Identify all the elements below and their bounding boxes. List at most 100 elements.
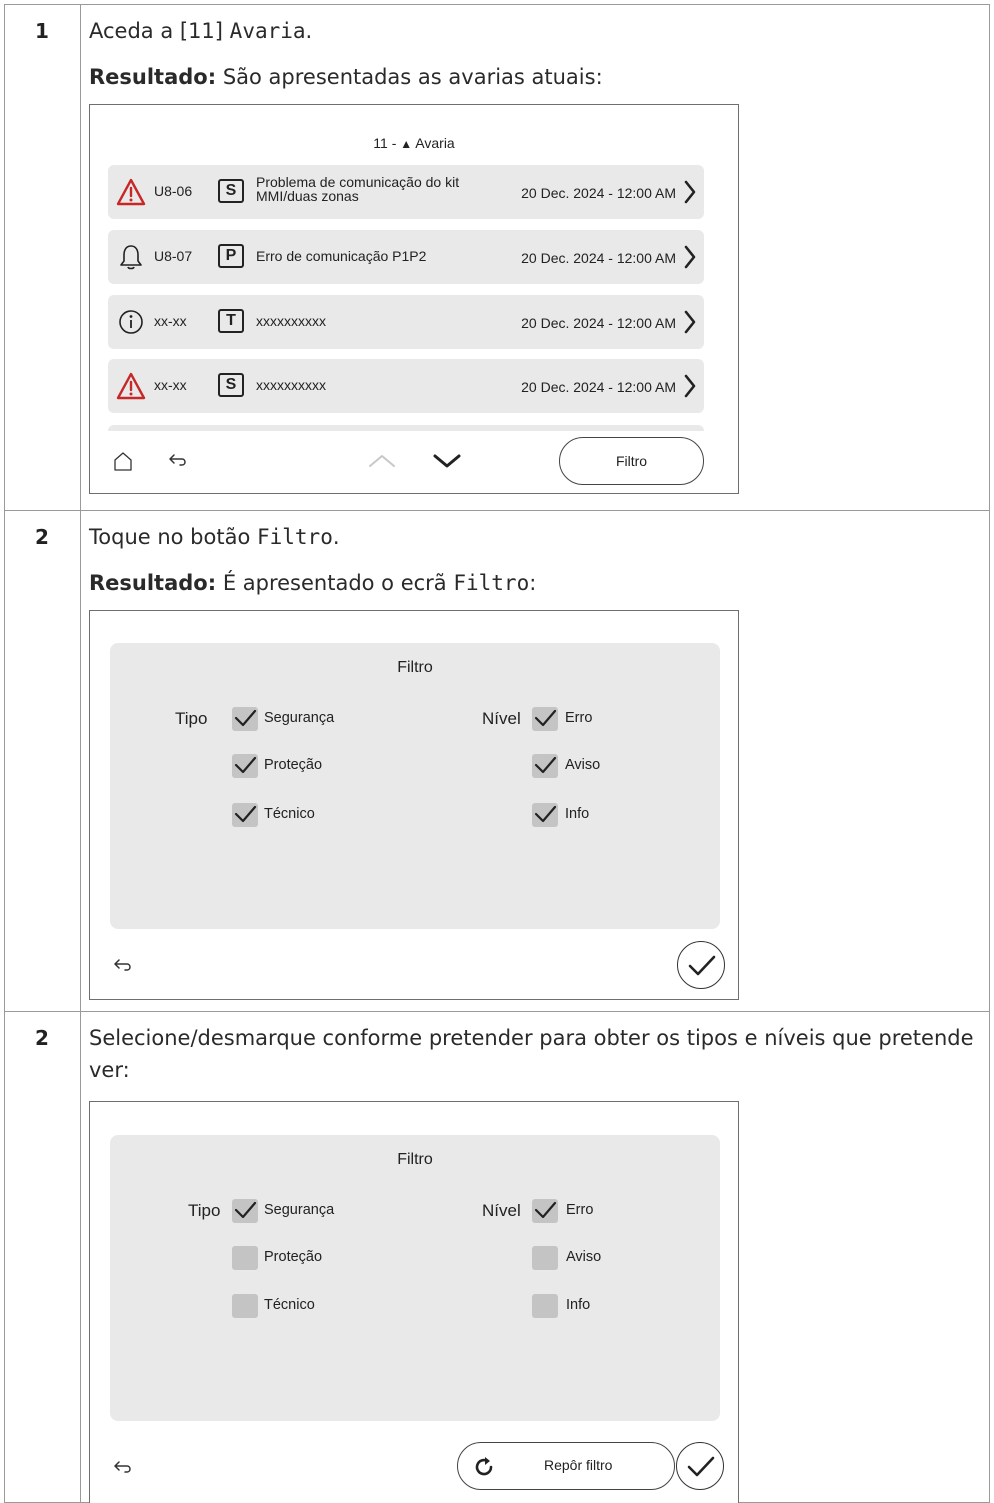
checkbox-protecao[interactable] — [232, 754, 258, 778]
checkbox-tecnico[interactable] — [232, 803, 258, 827]
checkbox-seguranca[interactable] — [232, 707, 258, 731]
filter-panel: Filtro Tipo Nível Segurança Proteção Téc… — [110, 643, 720, 929]
fault-row[interactable]: xx-xx S xxxxxxxxxx 20 Dec. 2024 - 12:00 … — [108, 359, 704, 413]
step-number-column: 2 — [5, 511, 81, 1011]
warning-icon: ▲ — [400, 137, 413, 151]
fault-row[interactable]: xx-xx T xxxxxxxxxx 20 Dec. 2024 - 12:00 … — [108, 295, 704, 349]
fault-row[interactable]: U8-07 P Erro de comunicação P1P2 20 Dec.… — [108, 230, 704, 284]
info-icon — [119, 310, 143, 334]
step-number: 2 — [35, 1026, 49, 1050]
fault-code: xx-xx — [154, 377, 187, 393]
instruction-punct: . — [332, 525, 340, 549]
result-punct: : — [529, 571, 537, 595]
checkbox-label: Técnico — [264, 806, 315, 822]
bell-icon — [120, 245, 142, 270]
chevron-right-icon — [684, 180, 696, 204]
scroll-up-icon[interactable] — [367, 451, 397, 471]
reset-filter-label: Repôr filtro — [544, 1457, 613, 1473]
step-content: Toque no botão Filtro. Resultado: É apre… — [89, 521, 981, 599]
steps-table: 1 Aceda a [11] Avaria. Resultado: São ap… — [4, 4, 990, 1503]
step-instruction: Toque no botão Filtro. — [89, 521, 981, 553]
screen-title: 11 - ▲ Avaria — [90, 135, 738, 151]
filter-screen-modified: Filtro Tipo Nível Segurança Proteção Téc… — [89, 1101, 739, 1503]
panel-title: Filtro — [397, 1151, 433, 1168]
nivel-label: Nível — [482, 1201, 521, 1220]
checkbox-label: Segurança — [264, 1202, 335, 1218]
fault-type-tag: S — [218, 373, 244, 397]
fault-date: 20 Dec. 2024 - 12:00 AM — [521, 185, 676, 201]
tipo-label: Tipo — [175, 709, 208, 728]
checkbox-label: Aviso — [566, 1249, 602, 1265]
checkbox-label: Técnico — [264, 1297, 315, 1313]
back-icon[interactable] — [167, 450, 189, 472]
checkbox-info[interactable] — [532, 803, 558, 827]
fault-code: xx-xx — [154, 313, 187, 329]
step-2: 2 Toque no botão Filtro. Resultado: É ap… — [5, 511, 989, 1012]
list-overflow-edge — [108, 425, 704, 431]
checkbox-label: Erro — [566, 1202, 594, 1218]
fault-row[interactable]: U8-06 S Problema de comunicação do kit M… — [108, 165, 704, 219]
instruction-text: Toque no botão — [89, 525, 257, 549]
fault-date: 20 Dec. 2024 - 12:00 AM — [521, 315, 676, 331]
fault-description: xxxxxxxxxx — [256, 313, 326, 329]
fault-date: 20 Dec. 2024 - 12:00 AM — [521, 379, 676, 395]
filter-button[interactable]: Filtro — [559, 437, 704, 485]
scroll-down-icon[interactable] — [432, 451, 462, 471]
step-3: 2 Selecione/desmarque conforme pretender… — [5, 1012, 989, 1503]
warning-triangle-icon — [116, 178, 146, 206]
fault-type-tag: P — [218, 244, 244, 268]
checkbox-label: Aviso — [565, 757, 601, 773]
nivel-label: Nível — [482, 709, 521, 728]
checkmark-icon — [688, 955, 716, 976]
panel-title: Filtro — [397, 659, 433, 676]
button-name: Filtro — [256, 525, 333, 549]
reset-filter-button[interactable]: Repôr filtro — [457, 1442, 675, 1490]
instruction-text: Aceda a [11] — [89, 19, 230, 43]
screen-title-text: Avaria — [415, 135, 455, 151]
back-icon[interactable] — [112, 955, 134, 977]
tipo-label: Tipo — [188, 1201, 221, 1220]
warning-triangle-icon — [116, 372, 146, 400]
step-1: 1 Aceda a [11] Avaria. Resultado: São ap… — [5, 5, 989, 511]
checkbox-tecnico[interactable] — [232, 1294, 258, 1318]
confirm-button[interactable] — [676, 1442, 724, 1490]
screen-title-number: 11 - — [373, 135, 401, 151]
checkbox-label: Proteção — [264, 1249, 323, 1265]
step-content: Selecione/desmarque conforme pretender p… — [89, 1022, 981, 1086]
result-text: São apresentadas as avarias atuais: — [216, 65, 603, 89]
checkbox-seguranca[interactable] — [232, 1199, 258, 1223]
refresh-icon — [475, 1457, 493, 1476]
chevron-right-icon — [684, 245, 696, 269]
screen-name: Filtro — [453, 571, 530, 595]
step-instruction: Aceda a [11] Avaria. — [89, 15, 981, 47]
step-number: 2 — [35, 525, 49, 549]
checkbox-aviso[interactable] — [532, 1246, 558, 1270]
step-result: Resultado: São apresentadas as avarias a… — [89, 61, 981, 93]
fault-code: U8-06 — [154, 183, 193, 199]
fault-type-tag: T — [218, 309, 244, 333]
confirm-button[interactable] — [677, 941, 725, 989]
checkbox-erro[interactable] — [532, 707, 558, 731]
chevron-right-icon — [684, 310, 696, 334]
home-icon[interactable] — [112, 450, 134, 472]
filter-panel: Filtro Tipo Nível Segurança Proteção Téc… — [110, 1135, 720, 1421]
fault-description: Problema de comunicação do kit MMI/duas … — [256, 174, 460, 204]
step-result: Resultado: É apresentado o ecrã Filtro: — [89, 567, 981, 599]
result-label: Resultado: — [89, 571, 217, 595]
step-number-column: 1 — [5, 5, 81, 510]
checkbox-label: Info — [565, 806, 590, 822]
result-text: É apresentado o ecrã — [216, 571, 454, 595]
step-instruction: Selecione/desmarque conforme pretender p… — [89, 1026, 974, 1082]
checkbox-aviso[interactable] — [532, 754, 558, 778]
checkbox-label: Proteção — [264, 757, 323, 773]
checkbox-info[interactable] — [532, 1294, 558, 1318]
checkmark-icon — [687, 1456, 715, 1477]
instruction-punct: . — [305, 19, 313, 43]
back-icon[interactable] — [112, 1457, 134, 1479]
fault-code: U8-07 — [154, 248, 193, 264]
checkbox-label: Segurança — [264, 710, 335, 726]
avaria-screen: 11 - ▲ Avaria U8-06 S Problema de comuni… — [89, 104, 739, 494]
fault-description: Erro de comunicação P1P2 — [256, 248, 427, 264]
checkbox-protecao[interactable] — [232, 1246, 258, 1270]
checkbox-erro[interactable] — [532, 1199, 558, 1223]
